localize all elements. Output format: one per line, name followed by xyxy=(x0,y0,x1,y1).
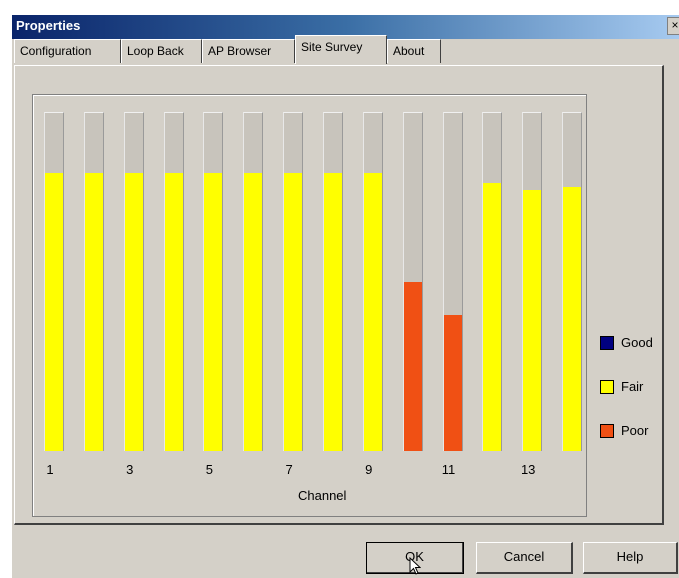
channel-tick-label: 13 xyxy=(520,462,536,477)
channel-2-bar-track xyxy=(83,112,104,451)
channel-tick-label: 5 xyxy=(205,462,214,477)
channel-8-bar xyxy=(323,173,342,451)
channel-6-bar-track xyxy=(243,112,264,451)
legend-label-fair: Fair xyxy=(621,379,644,394)
channel-tick-label: 7 xyxy=(285,462,293,477)
legend-label-poor: Poor xyxy=(621,423,649,438)
channel-3-bar xyxy=(124,173,143,451)
channel-chart xyxy=(32,94,587,517)
channel-tick-label: 11 xyxy=(441,462,456,477)
x-axis-label: Channel xyxy=(298,488,347,503)
channel-8-bar-track xyxy=(322,112,343,451)
channel-tick-label: 9 xyxy=(365,462,373,477)
channel-14-bar-track xyxy=(562,112,583,451)
channel-11-bar-track xyxy=(442,112,463,451)
channel-tick-label: 1 xyxy=(46,462,54,477)
channel-14-bar xyxy=(563,186,582,451)
channel-4-bar-track xyxy=(163,112,184,451)
cancel-button[interactable]: Cancel xyxy=(476,542,573,574)
channel-9-bar-track xyxy=(362,112,383,451)
channel-10-bar-track xyxy=(402,112,423,451)
help-button[interactable]: Help xyxy=(583,542,678,574)
channel-11-bar xyxy=(443,315,462,451)
tab-about[interactable]: About xyxy=(387,39,441,63)
legend-label-good: Good xyxy=(621,335,653,350)
channel-12-bar-track xyxy=(482,112,503,451)
legend-swatch-fair xyxy=(600,380,614,394)
tab-site-survey[interactable]: Site Survey xyxy=(295,35,387,64)
channel-3-bar-track xyxy=(123,112,144,451)
channel-7-bar xyxy=(284,173,303,451)
legend-swatch-poor xyxy=(600,424,614,438)
window-title: Properties xyxy=(16,18,81,33)
channel-13-bar-track xyxy=(522,112,543,451)
channel-7-bar-track xyxy=(283,112,304,451)
channel-1-bar-track xyxy=(44,112,64,451)
close-button[interactable]: × xyxy=(667,17,679,35)
tab-loop-back[interactable]: Loop Back xyxy=(121,39,202,63)
channel-tick-label: 3 xyxy=(126,462,134,477)
channel-12-bar xyxy=(483,183,502,451)
channel-9-bar xyxy=(363,173,382,451)
channel-13-bar xyxy=(523,189,542,451)
channel-1-bar xyxy=(45,173,63,451)
channel-4-bar xyxy=(164,173,183,451)
legend-swatch-good xyxy=(600,336,614,350)
channel-6-bar xyxy=(244,173,263,451)
channel-5-bar xyxy=(204,173,223,451)
channel-10-bar xyxy=(403,281,422,451)
tab-ap-browser[interactable]: AP Browser xyxy=(202,39,295,63)
channel-2-bar xyxy=(84,173,103,451)
channel-5-bar-track xyxy=(203,112,224,451)
mouse-pointer-icon xyxy=(409,557,421,575)
tab-configuration[interactable]: Configuration xyxy=(14,39,121,63)
